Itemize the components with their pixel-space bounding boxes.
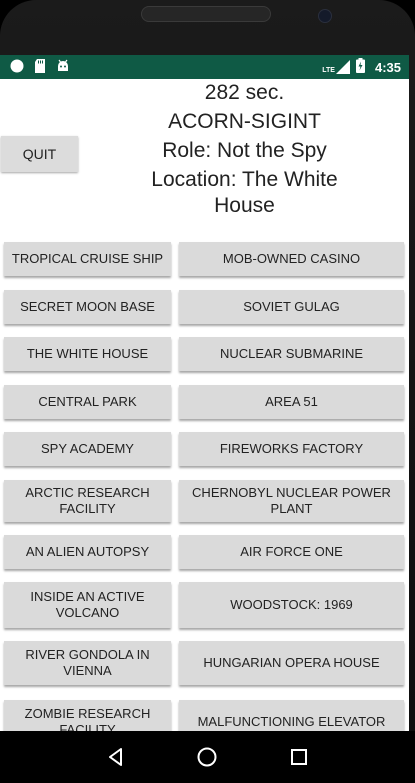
location-button[interactable]: ARCTIC RESEARCH FACILITY bbox=[4, 480, 171, 522]
location-button[interactable]: NUCLEAR SUBMARINE bbox=[179, 337, 404, 371]
circle-notification-icon bbox=[10, 59, 24, 76]
status-time: 4:35 bbox=[374, 59, 401, 75]
earpiece-speaker bbox=[141, 6, 271, 22]
location-button[interactable]: THE WHITE HOUSE bbox=[4, 337, 171, 371]
location-button[interactable]: AN ALIEN AUTOPSY bbox=[4, 535, 171, 569]
location-button[interactable]: HUNGARIAN OPERA HOUSE bbox=[179, 641, 404, 685]
location-button[interactable]: MOB-OWNED CASINO bbox=[179, 242, 404, 276]
android-icon bbox=[56, 59, 70, 76]
location-button[interactable]: TROPICAL CRUISE SHIP bbox=[4, 242, 171, 276]
battery-charging-icon bbox=[355, 58, 365, 76]
game-info: 282 sec. ACORN-SIGINT Role: Not the Spy … bbox=[80, 79, 409, 219]
location-text-line1: Location: The White bbox=[151, 168, 338, 191]
front-camera bbox=[318, 9, 332, 23]
role-text: Role: Not the Spy bbox=[162, 139, 327, 162]
game-code-text: ACORN-SIGINT bbox=[168, 110, 321, 133]
status-bar: LTE 4:35 bbox=[0, 55, 409, 79]
location-button[interactable]: CENTRAL PARK bbox=[4, 385, 171, 419]
location-button[interactable]: ZOMBIE RESEARCH FACILITY bbox=[4, 700, 171, 731]
sd-card-icon bbox=[34, 58, 46, 76]
location-button[interactable]: SECRET MOON BASE bbox=[4, 290, 171, 324]
location-button[interactable]: SPY ACADEMY bbox=[4, 432, 171, 466]
location-button[interactable]: WOODSTOCK: 1969 bbox=[179, 582, 404, 628]
lte-label: LTE bbox=[322, 67, 335, 74]
game-header: QUIT 282 sec. ACORN-SIGINT Role: Not the… bbox=[0, 79, 409, 235]
recents-square-icon[interactable] bbox=[279, 737, 319, 777]
location-button[interactable]: AREA 51 bbox=[179, 385, 404, 419]
system-navigation-bar bbox=[0, 731, 415, 783]
location-button[interactable]: RIVER GONDOLA IN VIENNA bbox=[4, 641, 171, 685]
location-button[interactable]: MALFUNCTIONING ELEVATOR bbox=[179, 700, 404, 731]
location-button[interactable]: AIR FORCE ONE bbox=[179, 535, 404, 569]
back-triangle-icon[interactable] bbox=[96, 737, 136, 777]
location-button[interactable]: CHERNOBYL NUCLEAR POWER PLANT bbox=[179, 480, 404, 522]
lte-signal-icon: LTE bbox=[322, 60, 350, 74]
timer-text: 282 sec. bbox=[204, 81, 285, 104]
location-button[interactable]: SOVIET GULAG bbox=[179, 290, 404, 324]
home-circle-icon[interactable] bbox=[187, 737, 227, 777]
quit-button[interactable]: QUIT bbox=[1, 136, 78, 172]
location-button[interactable]: FIREWORKS FACTORY bbox=[179, 432, 404, 466]
location-button[interactable]: INSIDE AN ACTIVE VOLCANO bbox=[4, 582, 171, 628]
app-screen: LTE 4:35 QUIT 282 sec. ACORN-SIGINT Role… bbox=[0, 55, 409, 731]
phone-frame: LTE 4:35 QUIT 282 sec. ACORN-SIGINT Role… bbox=[0, 0, 415, 783]
location-text-line2: House bbox=[214, 194, 275, 217]
